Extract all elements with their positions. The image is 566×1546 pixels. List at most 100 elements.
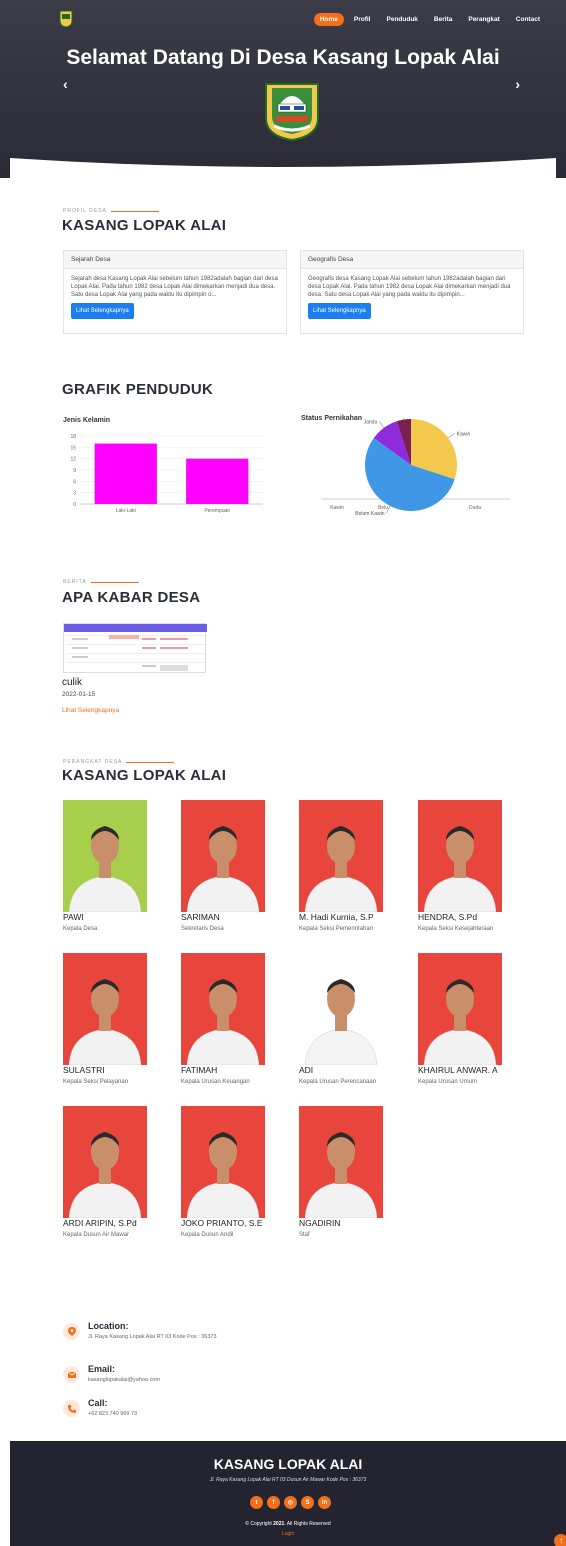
staff-role: Kepala Dusun Andil bbox=[181, 1232, 234, 1238]
staff-name: M. Hadi Kurnia, S.P bbox=[299, 912, 374, 922]
profil-subtitle-text: PROFIL DESA bbox=[63, 208, 107, 214]
news-thumbnail-image bbox=[64, 624, 207, 671]
staff-role: Kepala Seksi Pemerintahan bbox=[299, 926, 374, 932]
hero: Home Profil Penduduk Berita Perangkat Co… bbox=[0, 0, 566, 178]
chevron-left-icon[interactable]: ‹ bbox=[63, 76, 68, 92]
divider bbox=[90, 581, 139, 583]
staff-role: Kepala Dusun Air Mawar bbox=[63, 1232, 130, 1238]
card-text: Geografis desa Kasang Lopak Alai sebelum… bbox=[308, 276, 511, 298]
perangkat-subtitle-text: PERANGKAT DESA bbox=[63, 759, 123, 765]
staff-name: ADI bbox=[299, 1065, 314, 1075]
staff-card[interactable]: FATIMAH Kepala Urusan Keuangan bbox=[181, 953, 299, 1085]
staff-card[interactable]: SULASTRI Kepala Seksi Pelayanan bbox=[63, 953, 181, 1085]
copyright-suffix: . All Rights Reserved bbox=[284, 1521, 331, 1527]
staff-name: JOKO PRIANTO, S.E bbox=[181, 1218, 263, 1228]
linkedin-icon[interactable]: in bbox=[318, 1496, 331, 1509]
card-text: Sejarah desa Kasang Lopak Alai sebelum t… bbox=[71, 276, 278, 298]
call-value[interactable]: +62 823 740 969 73 bbox=[88, 1411, 218, 1418]
divider bbox=[126, 761, 175, 763]
staff-photo bbox=[63, 800, 147, 912]
x-tick-label: Duda bbox=[469, 505, 481, 511]
nav-penduduk[interactable]: Penduduk bbox=[381, 13, 424, 26]
staff-card[interactable]: JOKO PRIANTO, S.E Kepala Dusun Andil bbox=[181, 1106, 299, 1238]
nav-contact[interactable]: Contact bbox=[510, 13, 546, 26]
pie-label-line bbox=[448, 433, 455, 439]
staff-photo bbox=[63, 953, 147, 1065]
staff-card[interactable]: SARIMAN Sekretaris Desa bbox=[181, 800, 299, 932]
staff-photo bbox=[299, 953, 383, 1065]
y-tick-label: 9 bbox=[73, 468, 76, 474]
nav-home[interactable]: Home bbox=[313, 13, 344, 26]
copyright-prefix: © Copyright bbox=[245, 1521, 272, 1527]
staff-photo bbox=[299, 1106, 383, 1218]
pie-label-line bbox=[379, 421, 385, 428]
staff-card[interactable]: ARDI ARIPIN, S.Pd Kepala Dusun Air Mawar bbox=[63, 1106, 181, 1238]
y-tick-label: 6 bbox=[73, 479, 76, 485]
staff-role: Kepala Seksi Kesejahteraan bbox=[418, 926, 494, 932]
grafik-title: GRAFIK PENDUDUK bbox=[62, 381, 214, 398]
card-geografis: Geografis Desa Geografis desa Kasang Lop… bbox=[300, 250, 524, 334]
footer: KASANG LOPAK ALAI Jl. Raya Kasang Lopak … bbox=[10, 1441, 566, 1546]
facebook-icon[interactable]: f bbox=[267, 1496, 280, 1509]
staff-name: FATIMAH bbox=[181, 1065, 218, 1075]
pie-label: Belum Kawin bbox=[355, 511, 384, 517]
brand-logo-icon[interactable] bbox=[58, 10, 74, 28]
news-thumbnail[interactable] bbox=[63, 623, 207, 673]
staff-photo bbox=[181, 1106, 265, 1218]
nav-profil[interactable]: Profil bbox=[348, 13, 377, 26]
news-read-more-link[interactable]: Lihat Selengkapnya bbox=[62, 707, 119, 714]
staff-photo bbox=[63, 1106, 147, 1218]
navbar: Home Profil Penduduk Berita Perangkat Co… bbox=[0, 10, 566, 30]
lihat-selengkapnya-button[interactable]: Lihat Selengkapnya bbox=[308, 303, 371, 319]
card-header: Geografis Desa bbox=[301, 251, 523, 269]
village-emblem-icon bbox=[265, 83, 319, 142]
perangkat-title: KASANG LOPAK ALAI bbox=[62, 767, 227, 784]
divider bbox=[110, 210, 159, 212]
staff-card[interactable]: KHAIRUL ANWAR. A Kepala Urusan Umum bbox=[418, 953, 536, 1085]
skype-icon[interactable]: S bbox=[301, 1496, 314, 1509]
staff-name: SULASTRI bbox=[63, 1065, 105, 1075]
staff-card[interactable]: NGADIRIN Staf bbox=[299, 1106, 417, 1238]
staff-role: Kepala Seksi Pelayanan bbox=[63, 1079, 129, 1085]
staff-role: Kepala Desa bbox=[63, 926, 98, 932]
bar-chart: 0 3 6 9 12 15 18 Laki-Laki Perempuan bbox=[70, 434, 263, 514]
profil-subtitle: PROFIL DESA bbox=[63, 208, 159, 214]
login-link[interactable]: Login bbox=[10, 1531, 566, 1537]
profil-title: KASANG LOPAK ALAI bbox=[62, 217, 227, 234]
y-tick-label: 12 bbox=[70, 457, 76, 463]
copyright-year: 2021 bbox=[273, 1521, 285, 1527]
card-header: Sejarah Desa bbox=[64, 251, 286, 269]
main-nav: Home Profil Penduduk Berita Perangkat Co… bbox=[313, 13, 546, 26]
pie-label: Kawin bbox=[457, 431, 471, 437]
chevron-right-icon[interactable]: › bbox=[515, 76, 520, 92]
staff-role: Staf bbox=[299, 1232, 310, 1238]
berita-subtitle: BERITA bbox=[63, 579, 139, 585]
staff-photo bbox=[418, 953, 502, 1065]
staff-name: ARDI ARIPIN, S.Pd bbox=[63, 1218, 137, 1228]
card-body: Sejarah desa Kasang Lopak Alai sebelum t… bbox=[64, 269, 286, 325]
staff-card[interactable]: ADI Kepala Urusan Perencanaan bbox=[299, 953, 417, 1085]
footer-title: KASANG LOPAK ALAI bbox=[213, 1456, 363, 1472]
staff-card[interactable]: PAWI Kepala Desa bbox=[63, 800, 181, 932]
nav-perangkat[interactable]: Perangkat bbox=[462, 13, 505, 26]
bar-laki-laki bbox=[94, 443, 157, 504]
location-value: Jl. Raya Kasang Lopak Alai RT 03 Kode Po… bbox=[88, 1334, 217, 1340]
nav-berita[interactable]: Berita bbox=[428, 13, 458, 26]
x-tick-label: Perempuan bbox=[204, 508, 230, 514]
card-body: Geografis desa Kasang Lopak Alai sebelum… bbox=[301, 269, 523, 325]
twitter-icon[interactable]: t bbox=[250, 1496, 263, 1509]
arrow-up-icon[interactable]: ↑ bbox=[554, 1534, 566, 1546]
email-value[interactable]: kasanglopakalai@yahoo.com bbox=[88, 1377, 218, 1384]
lihat-selengkapnya-button[interactable]: Lihat Selengkapnya bbox=[71, 303, 134, 319]
instagram-icon[interactable]: ◎ bbox=[284, 1496, 297, 1509]
staff-role: Sekretaris Desa bbox=[181, 926, 224, 932]
page: Home Profil Penduduk Berita Perangkat Co… bbox=[0, 0, 566, 1546]
staff-photo bbox=[299, 800, 383, 912]
staff-card[interactable]: HENDRA, S.Pd Kepala Seksi Kesejahteraan bbox=[418, 800, 536, 932]
phone-icon bbox=[63, 1400, 80, 1417]
berita-subtitle-text: BERITA bbox=[63, 579, 87, 585]
pie-label: Janda bbox=[364, 419, 378, 425]
staff-name: PAWI bbox=[63, 912, 84, 922]
news-title[interactable]: culik bbox=[62, 677, 82, 688]
staff-card[interactable]: M. Hadi Kurnia, S.P Kepala Seksi Pemerint… bbox=[299, 800, 417, 932]
